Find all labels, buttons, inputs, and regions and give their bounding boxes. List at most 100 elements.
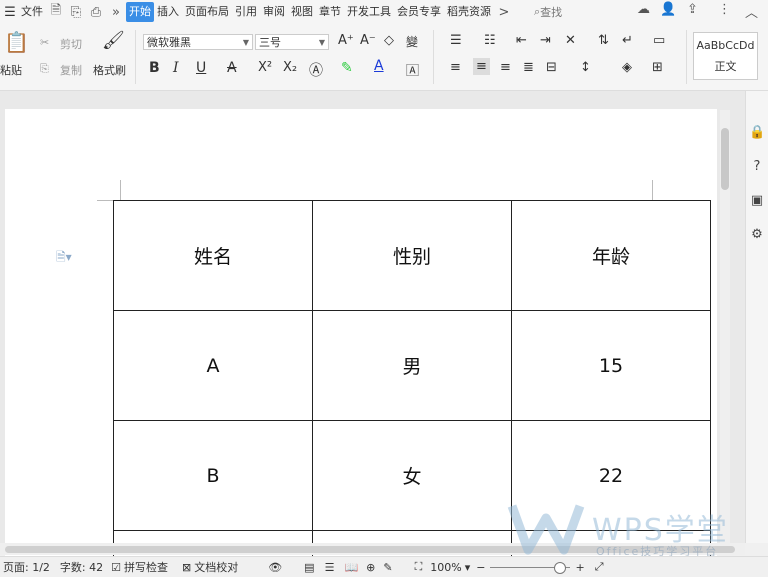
cloud-sync-icon[interactable]: ☁ (637, 2, 650, 17)
format-painter-icon[interactable]: 🖌 (102, 30, 125, 51)
page-indicator[interactable]: 页面: 1/2 (3, 559, 50, 575)
show-marks-icon[interactable]: ↵ (622, 33, 633, 48)
decrease-indent-icon[interactable]: ⇤ (516, 33, 527, 48)
align-center-icon[interactable]: ≡ (473, 58, 490, 75)
format-painter-button[interactable]: 格式刷 (93, 62, 126, 78)
spell-check-button[interactable]: 拼写检查 (124, 559, 168, 575)
font-size-select[interactable]: 三号 ▼ (255, 34, 329, 50)
chinese-layout-icon[interactable]: ✕ (565, 33, 576, 48)
write-view-icon[interactable]: ✎ (383, 561, 392, 574)
subscript-button[interactable]: X₂ (283, 60, 297, 75)
more-options-icon[interactable]: ⋮ (718, 2, 731, 17)
tab-home[interactable]: 开始 (126, 2, 154, 22)
paste-icon[interactable]: 📋 (4, 30, 29, 54)
tab-developer[interactable]: 开发工具 (344, 2, 394, 22)
copy-button[interactable]: 复制 (60, 62, 82, 78)
zoom-out-icon[interactable]: − (476, 561, 485, 574)
share-icon[interactable]: ⇪ (687, 2, 698, 17)
print-icon[interactable]: ⎙ (86, 5, 106, 20)
table-cell[interactable]: 姓名 (113, 200, 313, 311)
table-cell[interactable]: 男 (312, 310, 512, 421)
chevron-down-icon: ▼ (318, 38, 325, 47)
doc-proof-icon[interactable]: ⊠ (182, 561, 191, 574)
borders-icon[interactable]: ⊞ (652, 60, 663, 75)
highlight-icon[interactable]: ✎ (341, 60, 353, 76)
zoom-slider[interactable] (489, 561, 570, 574)
justify-icon[interactable]: ≣ (523, 60, 534, 75)
ruler-icon[interactable]: ▭ (653, 33, 665, 48)
spell-check-icon[interactable]: ☑ (111, 561, 121, 574)
align-left-icon[interactable]: ≡ (450, 60, 461, 75)
menu-file[interactable]: 文件 (18, 2, 46, 22)
search-box[interactable]: ⌕ 查找 (534, 4, 562, 20)
shading-icon[interactable]: ◈ (622, 60, 632, 75)
table-cell[interactable]: 女 (312, 420, 512, 531)
hamburger-menu-icon[interactable]: ☰ (2, 5, 18, 20)
shrink-font-icon[interactable]: A⁻ (360, 33, 376, 48)
increase-indent-icon[interactable]: ⇥ (540, 33, 551, 48)
tab-docer[interactable]: 稻壳资源 (444, 2, 494, 22)
tab-view[interactable]: 视图 (288, 2, 316, 22)
style-normal[interactable]: AaBbCcDd 正文 (693, 32, 758, 80)
fullscreen-icon[interactable]: ⤢ (595, 560, 604, 574)
expand-quick-access-icon[interactable]: » (106, 5, 126, 20)
help-icon[interactable]: ? (749, 159, 765, 175)
tab-review[interactable]: 审阅 (260, 2, 288, 22)
clear-format-icon[interactable]: ◇ (384, 33, 394, 48)
text-effect-icon[interactable]: Ⓐ (309, 60, 323, 80)
cut-button[interactable]: 剪切 (60, 36, 82, 52)
font-color-icon[interactable]: A (374, 58, 384, 74)
outline-view-icon[interactable]: ☰ (325, 561, 335, 574)
numbered-list-icon[interactable]: ☷ (484, 33, 496, 48)
grow-font-icon[interactable]: A⁺ (338, 33, 354, 48)
web-view-icon[interactable]: ⊕ (366, 561, 375, 574)
more-tabs-icon[interactable]: > (494, 5, 514, 20)
underline-button[interactable]: U (196, 60, 206, 76)
font-name-select[interactable]: 微软雅黑 ▼ (143, 34, 253, 50)
paragraph-handle-icon[interactable]: 🗎▾ (56, 248, 72, 269)
zoom-in-icon[interactable]: + (576, 561, 585, 574)
table-cell[interactable]: 年龄 (511, 200, 711, 311)
reading-view-icon[interactable]: 📖 (344, 561, 358, 574)
paste-button[interactable]: 粘贴 (0, 62, 22, 78)
distribute-icon[interactable]: ⊟ (546, 60, 557, 75)
tab-page-layout[interactable]: 页面布局 (182, 2, 232, 22)
divider (135, 30, 136, 84)
superscript-button[interactable]: X² (258, 60, 272, 75)
zoom-value[interactable]: 100% (430, 561, 461, 574)
doc-proof-button[interactable]: 文档校对 (194, 559, 238, 575)
table-cell[interactable]: B (113, 420, 313, 531)
sort-icon[interactable]: ⇅ (598, 33, 609, 48)
collapse-ribbon-icon[interactable]: ︿ (745, 2, 758, 21)
table-cell[interactable]: 性别 (312, 200, 512, 311)
tab-chapter[interactable]: 章节 (316, 2, 344, 22)
word-count[interactable]: 字数: 42 (60, 559, 103, 575)
copy-icon[interactable]: ⎘ (40, 62, 49, 76)
lock-icon[interactable]: 🔒 (749, 125, 765, 141)
table-cell[interactable]: 15 (511, 310, 711, 421)
settings-icon[interactable]: ⚙ (749, 227, 765, 243)
cut-icon[interactable]: ✂ (40, 36, 49, 49)
export-icon[interactable]: ⎘ (66, 5, 86, 20)
phonetic-icon[interactable]: 變 (406, 33, 418, 50)
line-spacing-icon[interactable]: ↕ (580, 60, 591, 75)
image-tool-icon[interactable]: ▣ (749, 193, 765, 209)
bullet-list-icon[interactable]: ☰ (450, 33, 462, 48)
fit-page-icon[interactable]: ⛶ (415, 560, 423, 574)
tab-references[interactable]: 引用 (232, 2, 260, 22)
char-border-icon[interactable]: 🄰 (406, 60, 419, 79)
align-right-icon[interactable]: ≡ (500, 60, 511, 75)
save-icon[interactable]: 🗎 (46, 1, 66, 23)
strikethrough-button[interactable]: A (227, 60, 237, 76)
tab-member[interactable]: 会员专享 (394, 2, 444, 22)
table-cell[interactable]: A (113, 310, 313, 421)
vertical-scroll-thumb[interactable] (721, 128, 729, 190)
page-view-icon[interactable]: ▤ (304, 561, 314, 574)
chevron-down-icon[interactable]: ▾ (465, 561, 471, 574)
tab-insert[interactable]: 插入 (154, 2, 182, 22)
zoom-slider-handle[interactable] (553, 561, 566, 574)
eye-protect-icon[interactable]: 👁 (268, 561, 282, 574)
bold-button[interactable]: B (149, 60, 160, 76)
italic-button[interactable]: I (173, 60, 179, 76)
share-user-icon[interactable]: 👤 (660, 2, 676, 17)
